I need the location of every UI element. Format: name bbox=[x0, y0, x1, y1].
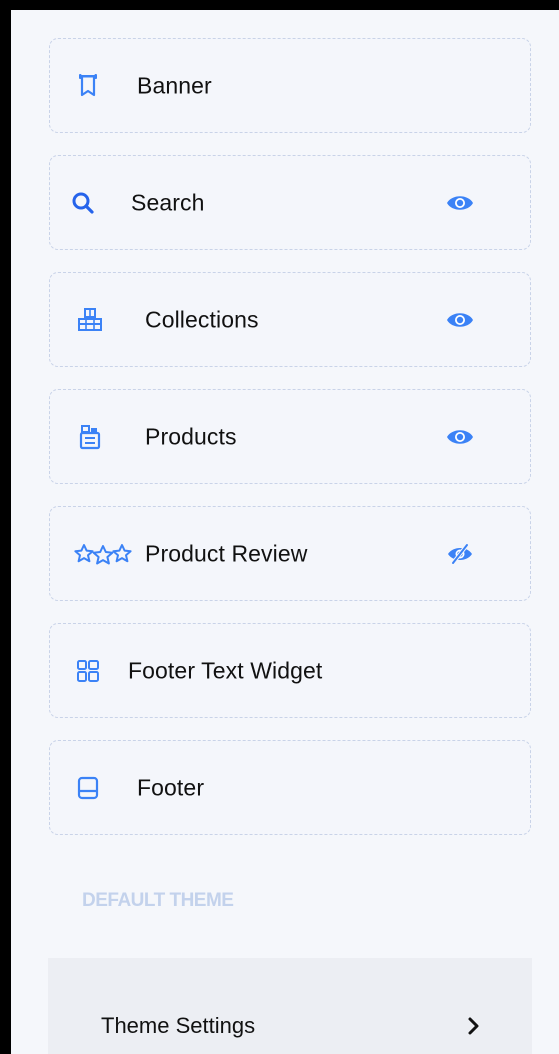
section-label-product-review: Product Review bbox=[145, 540, 308, 566]
sidebar-panel: Banner Search Collections Products Produ… bbox=[11, 10, 559, 1054]
section-card-products[interactable]: Products bbox=[49, 389, 531, 484]
section-label-footer: Footer bbox=[137, 774, 205, 800]
search-icon bbox=[71, 191, 95, 215]
banner-icon bbox=[77, 73, 99, 99]
section-label-products: Products bbox=[145, 423, 237, 449]
section-card-banner[interactable]: Banner bbox=[49, 38, 531, 133]
section-card-footer[interactable]: Footer bbox=[49, 740, 531, 835]
eye-hidden-icon[interactable] bbox=[445, 542, 475, 566]
footer-icon bbox=[77, 776, 99, 800]
theme-settings-label: Theme Settings bbox=[101, 1013, 256, 1038]
section-list: Banner Search Collections Products Produ… bbox=[49, 38, 533, 857]
products-icon bbox=[79, 424, 101, 450]
section-card-search[interactable]: Search bbox=[49, 155, 531, 250]
section-label-banner: Banner bbox=[137, 72, 212, 98]
section-card-footer-text-widget[interactable]: Footer Text Widget bbox=[49, 623, 531, 718]
section-label-search: Search bbox=[131, 189, 205, 215]
section-label-collections: Collections bbox=[145, 306, 259, 332]
eye-visible-icon[interactable] bbox=[445, 191, 475, 215]
grid-widget-icon bbox=[76, 659, 100, 683]
theme-settings-row[interactable]: Theme Settings bbox=[48, 958, 532, 1054]
stars-icon bbox=[74, 542, 132, 566]
section-card-product-review[interactable]: Product Review bbox=[49, 506, 531, 601]
section-label-footer-text-widget: Footer Text Widget bbox=[128, 657, 323, 683]
eye-visible-icon[interactable] bbox=[445, 425, 475, 449]
eye-visible-icon[interactable] bbox=[445, 308, 475, 332]
chevron-right-icon bbox=[463, 1016, 483, 1036]
section-card-collections[interactable]: Collections bbox=[49, 272, 531, 367]
collections-icon bbox=[77, 307, 103, 333]
default-theme-heading: DEFAULT THEME bbox=[82, 890, 234, 911]
